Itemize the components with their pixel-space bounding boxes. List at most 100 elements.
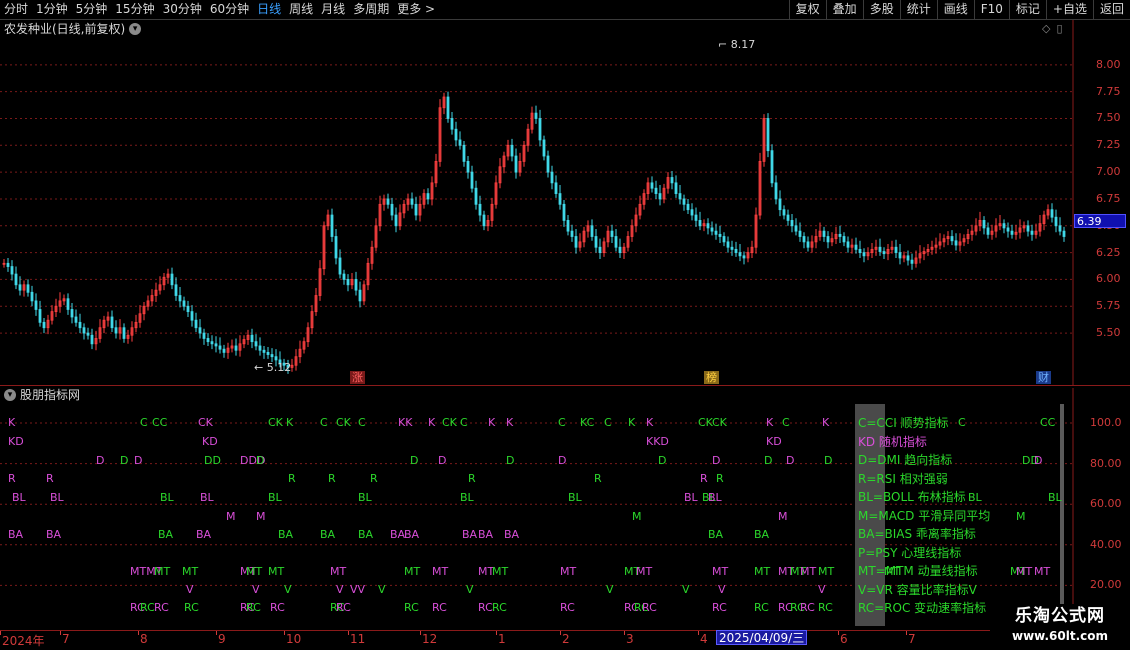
signal-label: RC bbox=[270, 601, 285, 614]
date-tick: 7 bbox=[908, 632, 916, 646]
signal-label: MT bbox=[712, 565, 729, 578]
high-price-label: ⌐ 8.17 bbox=[718, 38, 756, 51]
date-tick: 3 bbox=[626, 632, 634, 646]
legend-item: BL=BOLL 布林指标 bbox=[858, 490, 966, 504]
candle-body bbox=[74, 316, 78, 323]
candle-body bbox=[786, 214, 790, 221]
signal-label: K bbox=[428, 416, 436, 429]
candle-body bbox=[222, 348, 226, 353]
signal-label: C bbox=[320, 416, 328, 429]
indicator-tick: 80.00 bbox=[1090, 456, 1122, 470]
candle-body bbox=[6, 262, 10, 267]
signal-label: R bbox=[700, 472, 708, 485]
signal-label: VV bbox=[350, 583, 366, 596]
candle-body bbox=[338, 257, 342, 275]
signal-label: DD bbox=[204, 454, 221, 467]
price-tick: 6.25 bbox=[1096, 245, 1121, 259]
signal-label: MT bbox=[636, 565, 653, 578]
candle-body bbox=[770, 150, 774, 184]
candle-body bbox=[674, 182, 678, 194]
signal-label: RC bbox=[800, 601, 815, 614]
cai-tag[interactable]: 财 bbox=[1036, 371, 1051, 384]
signal-label: D bbox=[134, 454, 143, 467]
signal-label: R bbox=[46, 472, 54, 485]
signal-label: D bbox=[658, 454, 667, 467]
candle-body bbox=[514, 155, 518, 173]
legend-item: BA=BIAS 乖离率指标 bbox=[858, 527, 976, 541]
candlestick-chart[interactable] bbox=[0, 0, 1130, 385]
price-tick: 7.00 bbox=[1096, 165, 1121, 179]
signal-label: BL bbox=[460, 491, 474, 504]
candle-body bbox=[882, 251, 886, 255]
low-price-value: 5.12 bbox=[266, 361, 292, 374]
panel-divider[interactable] bbox=[0, 385, 1130, 386]
price-tick: 7.50 bbox=[1096, 111, 1121, 125]
signal-label: K bbox=[506, 416, 514, 429]
candle-body bbox=[686, 203, 690, 211]
candle-body bbox=[1058, 225, 1062, 232]
signal-label: R bbox=[8, 472, 16, 485]
signal-label: BA bbox=[196, 528, 212, 541]
signal-label: R bbox=[468, 472, 476, 485]
signal-label: BL bbox=[160, 491, 174, 504]
date-tick-mark bbox=[698, 631, 699, 635]
candle-body bbox=[482, 214, 486, 227]
signal-label: V bbox=[252, 583, 260, 596]
date-tick: 1 bbox=[498, 632, 506, 646]
candle-body bbox=[782, 209, 786, 216]
date-tick-mark bbox=[284, 631, 285, 635]
legend-item: P=PSY 心理线指标 bbox=[858, 545, 962, 560]
candle-body bbox=[254, 341, 258, 347]
candle-body bbox=[174, 284, 178, 296]
legend-item: M=MACD 平滑异同平均 bbox=[858, 508, 991, 523]
bang-tag[interactable]: 榜 bbox=[704, 371, 719, 384]
zhang-tag[interactable]: 涨 bbox=[350, 371, 365, 384]
signal-label: C bbox=[558, 416, 566, 429]
candle-body bbox=[574, 236, 578, 248]
signal-label: BL bbox=[358, 491, 372, 504]
candle-body bbox=[854, 244, 858, 250]
signal-label: D bbox=[1034, 454, 1043, 467]
date-tick-mark bbox=[60, 631, 61, 635]
indicator-tick: 20.00 bbox=[1090, 578, 1122, 592]
candle-body bbox=[218, 345, 222, 350]
candle-body bbox=[826, 236, 830, 243]
candle-body bbox=[342, 273, 346, 280]
candle-body bbox=[358, 289, 362, 302]
signal-label: CK bbox=[698, 416, 713, 429]
candle-body bbox=[894, 246, 898, 254]
signal-label: BL bbox=[200, 491, 214, 504]
candle-body bbox=[798, 230, 802, 237]
signal-label: R bbox=[594, 472, 602, 485]
candle-body bbox=[462, 144, 466, 162]
signal-label: M bbox=[632, 510, 642, 523]
candle-body bbox=[598, 246, 602, 254]
signal-label: MT bbox=[492, 565, 509, 578]
signal-label: MT bbox=[800, 565, 817, 578]
candle-body bbox=[842, 236, 846, 243]
candle-body bbox=[658, 193, 662, 200]
candle-body bbox=[542, 139, 546, 157]
candle-body bbox=[194, 319, 198, 329]
candle-body bbox=[454, 128, 458, 141]
candle-body bbox=[346, 279, 350, 286]
candle-body bbox=[258, 345, 262, 351]
legend-item: KD 随机指标 bbox=[858, 434, 927, 449]
signal-label: M bbox=[226, 510, 236, 523]
candle-body bbox=[538, 118, 542, 141]
candle-body bbox=[614, 236, 618, 248]
date-tick: 2024年 bbox=[2, 634, 45, 648]
signal-label: V bbox=[606, 583, 614, 596]
candle-body bbox=[570, 230, 574, 237]
candle-body bbox=[1026, 225, 1030, 232]
signal-label: C bbox=[958, 416, 966, 429]
date-tick: 11 bbox=[350, 632, 366, 646]
candle-body bbox=[210, 341, 214, 345]
signal-label: MT bbox=[1034, 565, 1051, 578]
candle-body bbox=[546, 155, 550, 173]
candle-body bbox=[450, 118, 454, 130]
signal-label: BA bbox=[478, 528, 494, 541]
candle-body bbox=[170, 273, 174, 286]
candle-body bbox=[354, 279, 358, 291]
candle-body bbox=[426, 193, 430, 200]
